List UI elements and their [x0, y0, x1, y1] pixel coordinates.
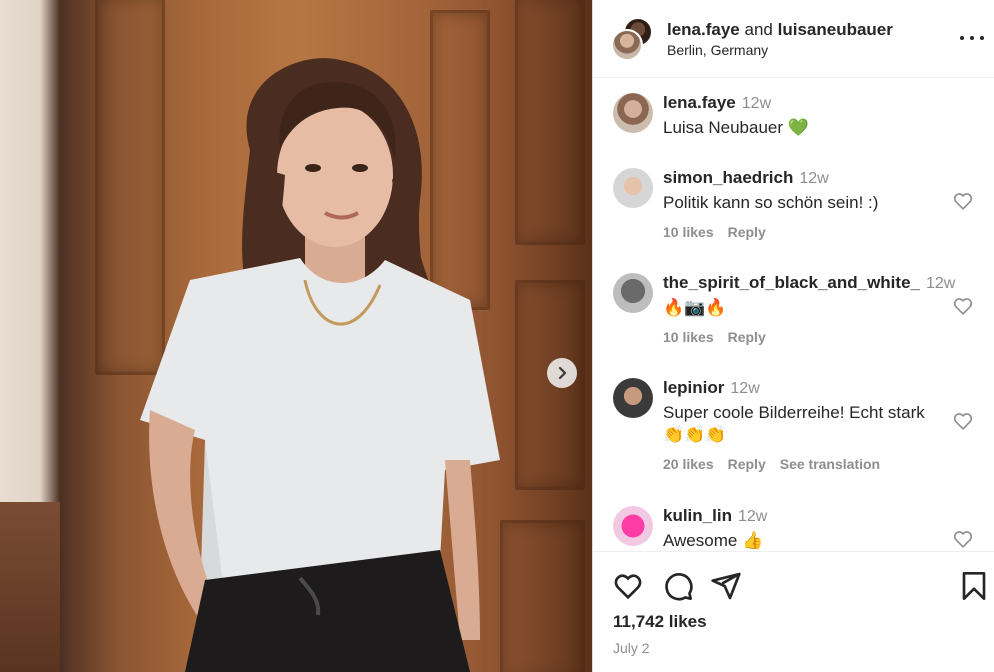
- author-link[interactable]: lena.faye: [667, 20, 740, 39]
- avatar[interactable]: [613, 273, 653, 313]
- comment-likes[interactable]: 10 likes: [663, 224, 714, 240]
- chevron-right-icon: [558, 366, 567, 380]
- comment-text: 🔥📷🔥: [663, 298, 727, 317]
- reply-button[interactable]: Reply: [728, 224, 766, 240]
- author-link[interactable]: luisaneubauer: [778, 20, 893, 39]
- comment-likes[interactable]: 20 likes: [663, 456, 714, 472]
- post-date[interactable]: July 2: [613, 640, 650, 656]
- reply-button[interactable]: Reply: [728, 456, 766, 472]
- person-illustration: [140, 58, 500, 672]
- heart-icon[interactable]: [952, 410, 974, 432]
- see-translation-button[interactable]: See translation: [780, 456, 880, 472]
- post-view: lena.faye and luisaneubauer Berlin, Germ…: [0, 0, 994, 672]
- heart-icon[interactable]: [952, 190, 974, 212]
- comment-text: Awesome 👍: [663, 531, 764, 550]
- comment-username[interactable]: simon_haedrich: [663, 168, 793, 187]
- post-authors: lena.faye and luisaneubauer: [667, 20, 893, 40]
- avatar[interactable]: [613, 93, 653, 133]
- collab-avatars[interactable]: [611, 16, 655, 61]
- heart-icon[interactable]: [612, 570, 644, 602]
- caption-username[interactable]: lena.faye: [663, 93, 736, 112]
- comment-username[interactable]: lepinior: [663, 378, 724, 397]
- more-icon[interactable]: [960, 28, 984, 48]
- comment-time[interactable]: 12w: [799, 170, 828, 187]
- comment-time[interactable]: 12w: [926, 275, 955, 292]
- comment-username[interactable]: the_spirit_of_black_and_white_: [663, 273, 920, 292]
- avatar[interactable]: [613, 378, 653, 418]
- post-sidebar: lena.faye and luisaneubauer Berlin, Germ…: [592, 0, 994, 672]
- avatar[interactable]: [613, 506, 653, 546]
- heart-icon[interactable]: [952, 295, 974, 317]
- next-photo-button[interactable]: [547, 358, 577, 388]
- heart-icon[interactable]: [952, 528, 974, 550]
- comment-text: Super coole Bilderreihe! Echt stark 👏👏👏: [663, 403, 925, 444]
- comment-time[interactable]: 12w: [730, 380, 759, 397]
- author-joiner: and: [744, 19, 773, 39]
- comment-likes[interactable]: 10 likes: [663, 329, 714, 345]
- post-photo: [0, 0, 592, 672]
- caption-time[interactable]: 12w: [742, 95, 771, 112]
- caption-text: Luisa Neubauer 💚: [663, 118, 809, 137]
- comment-username[interactable]: kulin_lin: [663, 506, 732, 525]
- bookmark-icon[interactable]: [958, 570, 990, 602]
- avatar[interactable]: [613, 168, 653, 208]
- post-location[interactable]: Berlin, Germany: [667, 42, 893, 58]
- comment-text: Politik kann so schön sein! :): [663, 193, 879, 212]
- reply-button[interactable]: Reply: [728, 329, 766, 345]
- likes-count[interactable]: 11,742 likes: [613, 612, 707, 632]
- post-header: lena.faye and luisaneubauer Berlin, Germ…: [593, 0, 994, 78]
- post-actions: 11,742 likes July 2: [593, 551, 994, 672]
- share-icon[interactable]: [710, 570, 742, 602]
- comment-icon[interactable]: [662, 570, 694, 602]
- comment-time[interactable]: 12w: [738, 508, 767, 525]
- avatar[interactable]: [611, 28, 643, 61]
